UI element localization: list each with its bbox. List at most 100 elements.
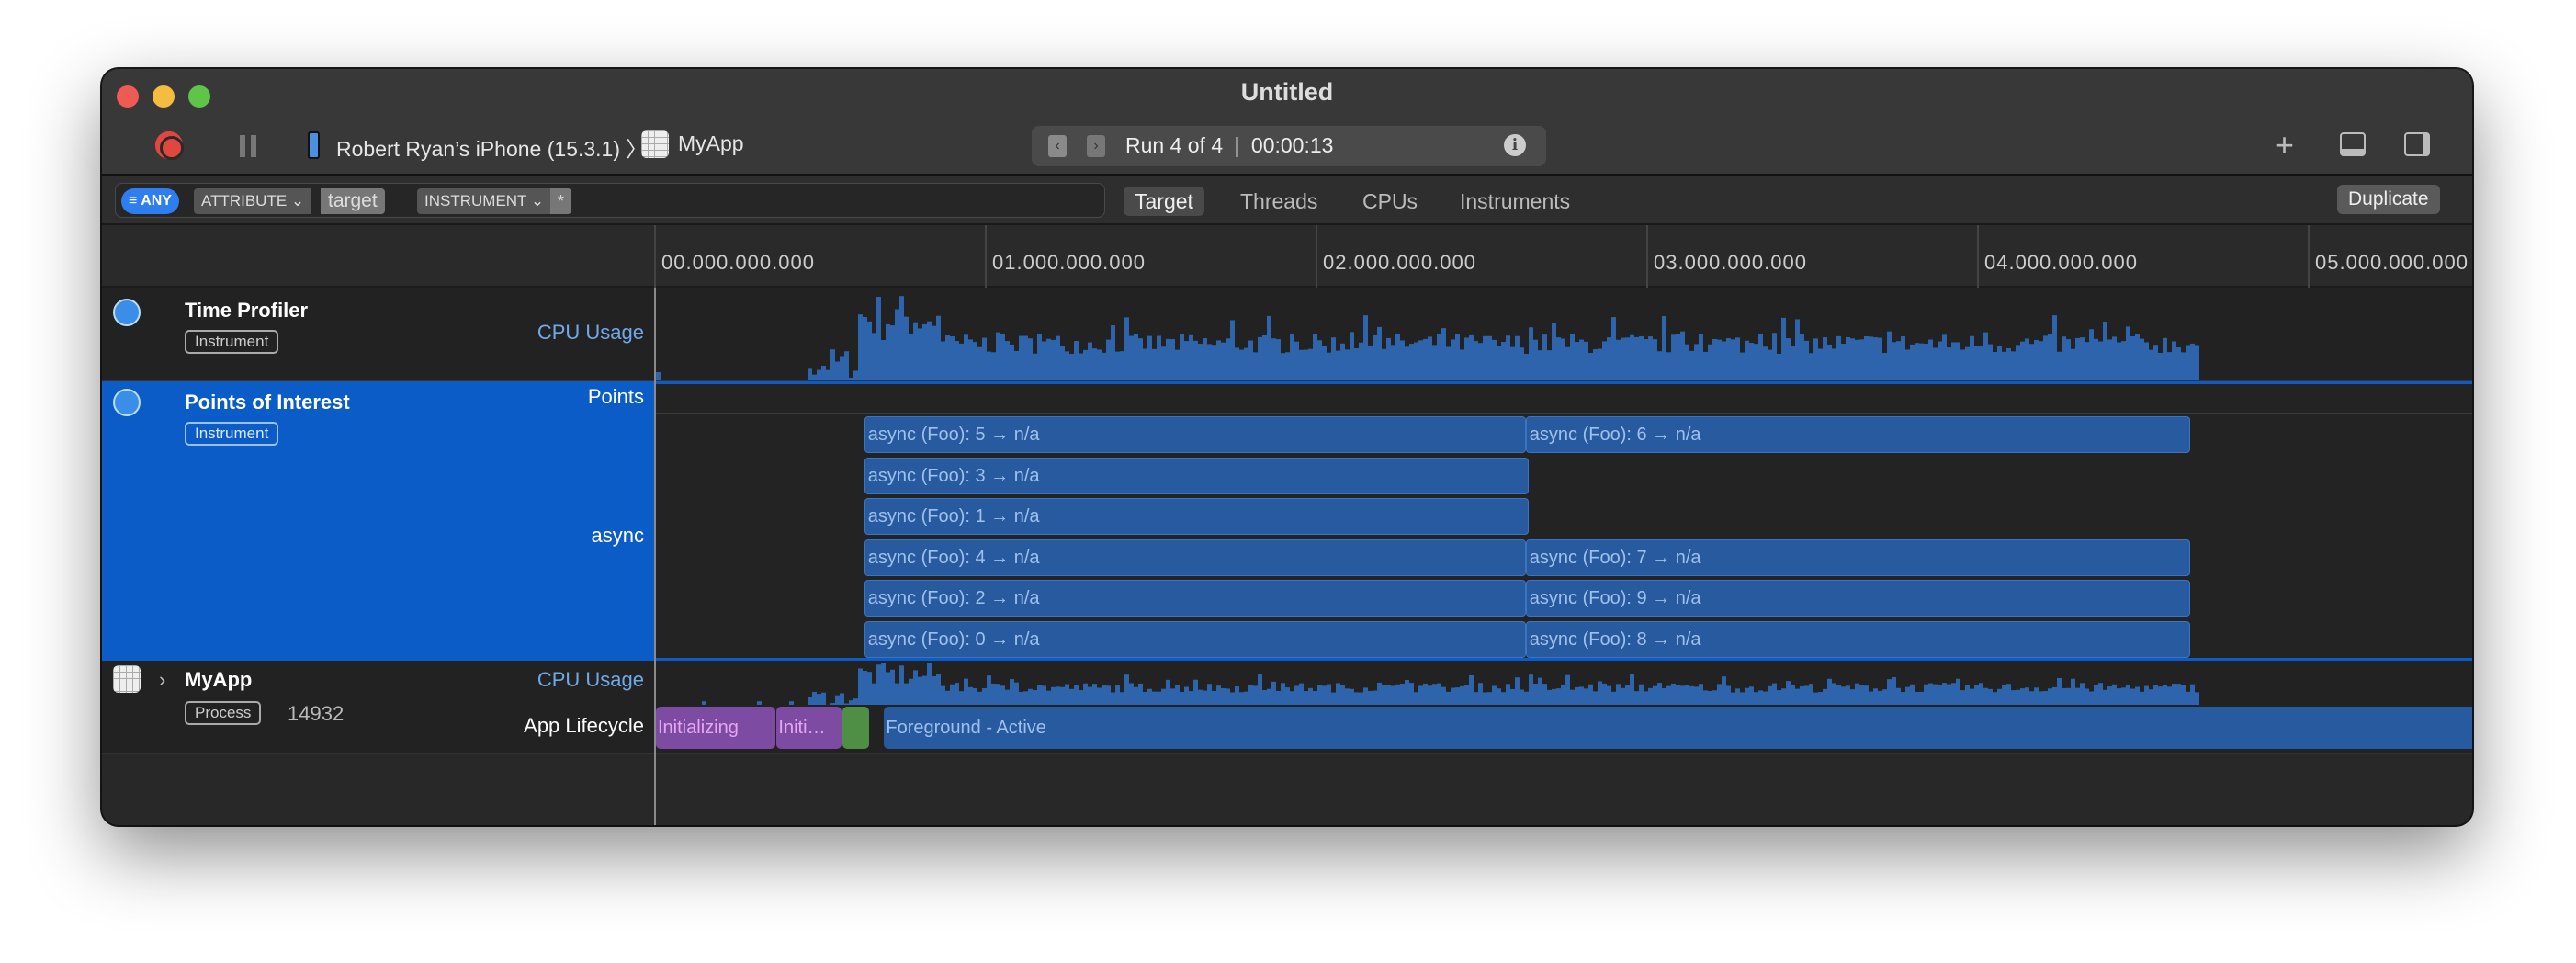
cpu-usage-bar [1607,337,1611,380]
cpu-usage-bar [1639,684,1644,705]
poi-interval[interactable]: async (Foo): 6 → n/a [1525,416,2191,453]
attribute-value[interactable]: target [321,188,385,214]
tab-instruments[interactable]: Instruments [1449,187,1581,216]
cpu-usage-bar [1859,339,1864,380]
poi-interval[interactable]: async (Foo): 8 → n/a [1525,620,2191,658]
cpu-usage-bar [1699,334,1703,380]
cpu-usage-bar [1478,343,1483,380]
cpu-usage-bar [1170,339,1175,380]
cpu-usage-bar [973,342,977,380]
poi-interval[interactable]: async (Foo): 9 → n/a [1525,580,2191,617]
poi-interval[interactable]: async (Foo): 0 → n/a [864,620,1526,658]
cpu-usage-bar [1065,684,1069,705]
cpu-usage-bar [1666,685,1671,705]
instrument-token[interactable]: INSTRUMENT ⌄ [417,188,552,214]
record-button[interactable] [155,131,184,160]
toggle-inspector-icon[interactable] [2404,132,2430,156]
cpu-usage-bar [1147,688,1152,705]
cpu-usage-bar [1069,688,1074,705]
timeline-ruler[interactable]: 00.000.000.000 01.000.000.000 02.000.000… [102,225,2472,288]
cpu-usage-bar [2153,345,2158,380]
cpu-usage-bar [973,687,977,705]
cpu-usage-bar [991,352,996,380]
cpu-usage-bar [1460,685,1464,705]
cpu-usage-bar [1832,683,1836,705]
lifecycle-segment[interactable]: Foreground - Active [884,707,2472,749]
cpu-usage-bar [1294,685,1299,705]
run-elapsed: 00:00:13 [1250,133,1334,157]
cpu-usage-bar [2002,685,2006,705]
cpu-usage-bar [844,351,849,380]
cpu-usage-bar [1423,683,1428,705]
cpu-usage-bar [1988,688,1993,705]
cpu-usage-bar [1846,336,1850,380]
cpu-usage-bar [1547,350,1552,380]
pause-button[interactable] [240,135,256,157]
cpu-usage-bar [1703,351,1708,380]
attribute-token[interactable]: ATTRIBUTE ⌄ [194,188,312,214]
cpu-usage-bar [2039,691,2043,705]
cpu-usage-bar [1267,688,1271,705]
cpu-usage-bar [1956,678,1960,705]
tab-target[interactable]: Target [1124,187,1204,216]
cpu-usage-bar [1322,346,1327,380]
poi-interval[interactable]: async (Foo): 3 → n/a [864,457,1530,494]
cpu-usage-bar [1028,688,1033,705]
track-myapp[interactable]: › MyApp Process 14932 CPU Usage App Life… [102,661,2472,754]
next-run-button[interactable]: › [1087,135,1105,157]
cpu-usage-bar [1722,341,1726,380]
cpu-usage-bar [1253,685,1258,705]
cpu-usage-bar [1239,349,1244,380]
filter-any-token[interactable]: ≡ ANY [121,188,179,214]
cpu-usage-bar [1198,344,1203,380]
cpu-usage-bar [1556,688,1561,705]
cpu-usage-bar [1735,337,1740,380]
lifecycle-segment[interactable]: Initializing [656,707,775,749]
cpu-usage-bar [2057,677,2062,705]
sidebar-divider[interactable] [654,288,656,825]
previous-run-button[interactable]: ‹ [1048,135,1067,157]
lifecycle-segment[interactable] [842,707,870,749]
ruler-tick: 04.000.000.000 [1977,225,2137,288]
cpu-usage-bar [2016,345,2020,380]
info-icon[interactable]: i [1504,134,1526,156]
cpu-usage-bar [1993,692,1997,705]
cpu-usage-bar [1561,684,1565,705]
cpu-usage-bar [821,366,826,380]
tab-threads[interactable]: Threads [1229,187,1328,216]
poi-interval[interactable]: async (Foo): 4 → n/a [864,538,1526,576]
cpu-usage-bar [1997,346,2002,380]
cpu-usage-bar [955,341,959,380]
cpu-usage-bar [1373,690,1377,705]
cpu-usage-bar [2121,687,2126,705]
cpu-usage-bar [1579,339,1584,380]
cpu-usage-bar [1124,674,1129,705]
cpu-usage-bar [2011,351,2016,380]
cpu-usage-bar [2034,687,2039,705]
filter-field[interactable]: ≡ ANY ATTRIBUTE ⌄ target INSTRUMENT ⌄ * [115,183,1105,218]
track-time-profiler[interactable]: Time Profiler Instrument CPU Usage [102,288,2472,381]
instrument-value[interactable]: * [550,188,572,214]
cpu-usage-bar [941,341,945,380]
poi-interval[interactable]: async (Foo): 1 → n/a [864,498,1530,535]
target-selector[interactable]: Robert Ryan’s iPhone (15.3.1) 〉 [336,131,647,163]
app-name[interactable]: MyApp [678,131,744,156]
add-instrument-button[interactable]: + [2275,126,2294,164]
cpu-usage-bar [1823,688,1827,705]
track-points-of-interest[interactable]: Points of Interest Instrument Points asy… [102,381,2472,661]
poi-interval[interactable]: async (Foo): 7 → n/a [1525,538,2191,576]
cpu-usage-bar [1791,346,1795,380]
duplicate-button[interactable]: Duplicate [2337,185,2440,214]
tab-cpus[interactable]: CPUs [1351,187,1429,216]
cpu-usage-bar [1102,685,1106,705]
cpu-usage-bar [1023,691,1028,705]
poi-interval[interactable]: async (Foo): 2 → n/a [864,580,1526,617]
cpu-usage-bar [1717,339,1722,380]
cpu-usage-bar [2094,338,2098,380]
cpu-usage-bar [863,670,867,705]
poi-interval[interactable]: async (Foo): 5 → n/a [864,416,1526,453]
lifecycle-segment[interactable]: Initi… [776,707,842,749]
disclosure-chevron-icon[interactable]: › [159,668,165,692]
toggle-detail-pane-icon[interactable] [2340,132,2366,156]
cpu-usage-bar [1529,674,1533,705]
